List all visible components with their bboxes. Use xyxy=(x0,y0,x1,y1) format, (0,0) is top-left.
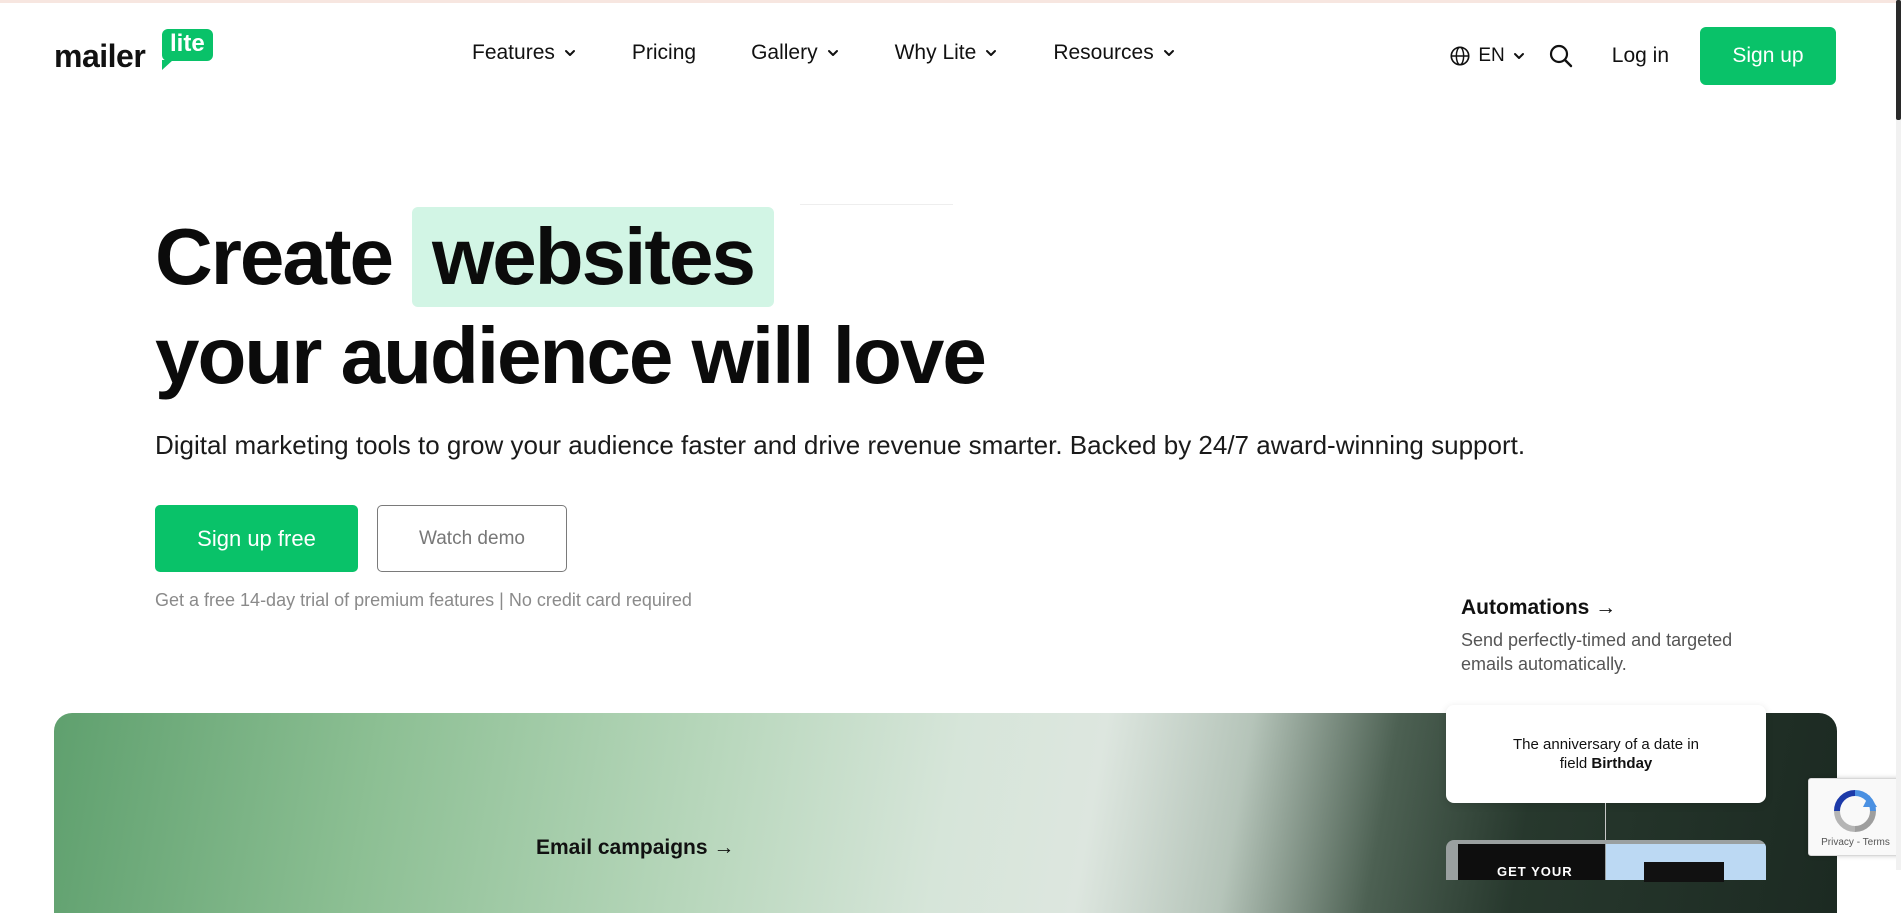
login-link[interactable]: Log in xyxy=(1612,44,1669,68)
trigger-text: The anniversary of a date in xyxy=(1513,736,1699,753)
search-icon[interactable] xyxy=(1548,43,1574,69)
recaptcha-links: Privacy - Terms xyxy=(1821,837,1890,848)
site-header: mailer lite Features Pricing Gallery Why… xyxy=(0,3,1901,103)
hero-heading-highlight: websites xyxy=(412,207,774,307)
recaptcha-badge[interactable]: Privacy - Terms xyxy=(1808,778,1901,856)
trigger-field-prefix: field xyxy=(1559,755,1592,772)
nav-item-gallery[interactable]: Gallery xyxy=(751,41,840,65)
nav-item-label: Pricing xyxy=(631,41,697,64)
nav-item-resources[interactable]: Resources xyxy=(1053,41,1175,65)
email-preview-image xyxy=(1644,862,1724,882)
nav-item-label: Resources xyxy=(1053,41,1154,64)
language-label: EN xyxy=(1478,45,1505,66)
chevron-down-icon xyxy=(827,50,838,56)
chevron-down-icon xyxy=(986,50,997,56)
nav-item-label: Gallery xyxy=(751,41,818,64)
watch-demo-button[interactable]: Watch demo xyxy=(377,505,567,572)
globe-icon xyxy=(1450,46,1470,66)
nav-item-label: Why Lite xyxy=(894,41,977,64)
nav-item-why-lite[interactable]: Why Lite xyxy=(895,41,999,65)
automations-link[interactable]: Automations → xyxy=(1461,596,1616,620)
nav-item-pricing[interactable]: Pricing xyxy=(632,41,696,65)
nav-item-features[interactable]: Features xyxy=(472,41,577,65)
trigger-field: field Birthday xyxy=(1560,754,1653,773)
header-tools: EN Log in Sign up xyxy=(1449,27,1836,85)
hero-heading-line1: Create websites xyxy=(155,207,774,307)
trial-note: Get a free 14-day trial of premium featu… xyxy=(155,590,692,610)
hero-heading-line2: your audience will love xyxy=(155,311,987,400)
hero-heading-word: Create xyxy=(155,212,394,301)
logo-badge: lite xyxy=(162,29,213,70)
email-preview-text: GET YOUR xyxy=(1497,864,1573,879)
automations-description: Send perfectly-timed and targeted emails… xyxy=(1461,630,1733,674)
chevron-down-icon xyxy=(564,50,575,56)
hero-subtitle: Digital marketing tools to grow your aud… xyxy=(155,430,1526,460)
automation-trigger-card: The anniversary of a date in field Birth… xyxy=(1446,705,1766,803)
trigger-field-name: Birthday xyxy=(1591,755,1653,772)
signup-free-button[interactable]: Sign up free xyxy=(155,505,358,572)
logo-word: mailer xyxy=(54,38,146,74)
signup-button[interactable]: Sign up xyxy=(1700,27,1836,85)
language-selector[interactable]: EN xyxy=(1449,45,1525,67)
scrollbar-thumb[interactable] xyxy=(1896,0,1901,120)
page-scrollbar[interactable] xyxy=(1896,0,1901,870)
decorative-divider xyxy=(800,204,953,205)
nav-item-label: Features xyxy=(472,41,555,64)
main-nav: Features Pricing Gallery Why Lite Resour… xyxy=(472,41,1176,65)
email-campaigns-link[interactable]: Email campaigns → xyxy=(536,836,734,860)
recaptcha-icon xyxy=(1834,790,1877,832)
chevron-down-icon xyxy=(1513,53,1524,59)
chevron-down-icon xyxy=(1163,50,1174,56)
